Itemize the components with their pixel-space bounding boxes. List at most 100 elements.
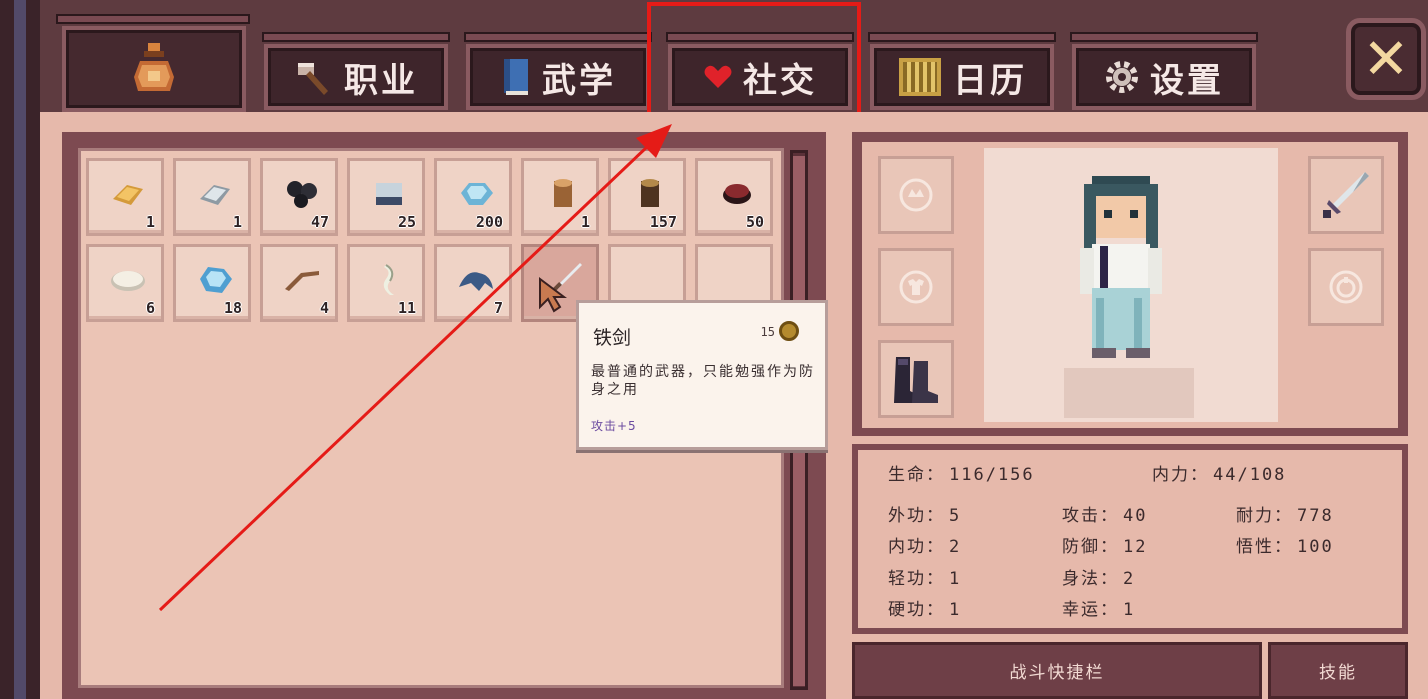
inventory-slot[interactable]: 1 xyxy=(86,158,164,236)
left-border xyxy=(0,0,40,699)
inventory-slot[interactable]: 6 xyxy=(86,244,164,322)
stat-luck-value: 1 xyxy=(1123,600,1136,620)
stat-neigong: 内功： 2 xyxy=(888,532,961,557)
stat-yinggong-value: 1 xyxy=(949,600,962,620)
blue-cloth-icon xyxy=(459,272,493,291)
stat-qinggong-label: 轻功： xyxy=(888,569,945,589)
coal-ore-icon xyxy=(287,181,317,208)
stat-luck: 幸运： 1 xyxy=(1062,595,1135,620)
item-count: 47 xyxy=(310,213,329,231)
stat-agility-value: 2 xyxy=(1123,569,1136,589)
ice-crystal-icon xyxy=(200,267,232,293)
stat-attack: 攻击： 40 xyxy=(1062,501,1147,526)
stat-defense-value: 12 xyxy=(1123,537,1148,557)
equip-slot-feet[interactable] xyxy=(878,340,954,418)
gold-ingot-icon xyxy=(113,185,143,205)
boots-icon xyxy=(894,357,938,403)
stat-mp-value: 44/108 xyxy=(1213,465,1287,485)
stat-attack-value: 40 xyxy=(1123,506,1148,526)
stat-hp-value: 116/156 xyxy=(949,465,1035,485)
tooltip-description: 最普通的武器，只能勉强作为防身之用 xyxy=(591,364,815,398)
item-count: 25 xyxy=(397,213,416,231)
item-count: 6 xyxy=(145,299,155,317)
white-feather-icon xyxy=(383,264,394,295)
combat-quickbar-label: 战斗快捷栏 xyxy=(1009,663,1105,683)
stat-wisdom-value: 100 xyxy=(1297,537,1334,557)
stat-waigong-label: 外功： xyxy=(888,506,945,526)
equip-slot-accessory[interactable] xyxy=(1308,248,1384,326)
stat-luck-label: 幸运： xyxy=(1062,600,1119,620)
inventory-slot[interactable]: 200 xyxy=(434,158,512,236)
equip-slot-head[interactable] xyxy=(878,156,954,234)
inventory-slot[interactable]: 4 xyxy=(260,244,338,322)
tab-job[interactable]: 职业 xyxy=(264,44,448,110)
tab-rail xyxy=(1070,32,1258,42)
item-count: 1 xyxy=(580,213,590,231)
tab-calendar-label: 日历 xyxy=(953,60,1027,101)
inventory-slot[interactable]: 18 xyxy=(173,244,251,322)
combat-quickbar-header[interactable]: 战斗快捷栏 xyxy=(852,642,1262,699)
stat-wisdom-label: 悟性： xyxy=(1236,537,1293,557)
gear-icon xyxy=(1106,61,1138,93)
stat-hp: 生命： 116/156 xyxy=(888,460,1035,485)
stat-agility: 身法： 2 xyxy=(1062,564,1135,589)
stat-defense: 防御： 12 xyxy=(1062,532,1147,557)
blue-crystal-icon xyxy=(461,183,493,205)
tab-job-label: 职业 xyxy=(344,60,418,101)
inventory-slot[interactable]: 11 xyxy=(347,244,425,322)
cursor-icon xyxy=(539,277,567,313)
inventory-slot[interactable]: 1 xyxy=(173,158,251,236)
tab-social-label: 社交 xyxy=(743,60,817,101)
inventory-slot[interactable]: 7 xyxy=(434,244,512,322)
bag-icon xyxy=(134,43,174,91)
stat-wisdom: 悟性： 100 xyxy=(1236,532,1334,557)
item-count: 200 xyxy=(475,213,503,231)
tooltip-stat: 攻击+5 xyxy=(591,419,637,433)
shirt-icon xyxy=(899,270,933,304)
stat-endurance-label: 耐力： xyxy=(1236,506,1293,526)
item-count: 1 xyxy=(145,213,155,231)
stat-waigong: 外功： 5 xyxy=(888,501,961,526)
tooltip-price: 15 xyxy=(760,325,775,339)
tab-martial[interactable]: 武学 xyxy=(466,44,650,110)
iron-block-icon xyxy=(376,183,402,205)
silver-ingot-icon xyxy=(200,185,230,205)
character-sprite xyxy=(1064,176,1194,418)
skills-label: 技能 xyxy=(1319,663,1357,683)
inventory-slot[interactable]: 25 xyxy=(347,158,425,236)
inventory-slot[interactable]: 50 xyxy=(695,158,773,236)
item-tooltip: 铁剑 15 最普通的武器，只能勉强作为防身之用 攻击+5 xyxy=(576,300,828,450)
close-button[interactable]: ✕ xyxy=(1346,18,1426,100)
stat-yinggong-label: 硬功： xyxy=(888,600,945,620)
skills-header[interactable]: 技能 xyxy=(1268,642,1408,699)
stat-attack-label: 攻击： xyxy=(1062,506,1119,526)
tab-martial-label: 武学 xyxy=(542,60,616,101)
inventory-slot[interactable]: 47 xyxy=(260,158,338,236)
tab-rail xyxy=(868,32,1056,42)
tab-inventory[interactable] xyxy=(62,26,246,112)
equip-slot-weapon[interactable] xyxy=(1308,156,1384,234)
stat-neigong-value: 2 xyxy=(949,537,962,557)
inventory-slot[interactable]: 1 xyxy=(521,158,599,236)
tooltip-item-name: 铁剑 xyxy=(593,327,632,349)
dark-log-icon xyxy=(641,179,659,207)
inventory-slot[interactable]: 157 xyxy=(608,158,686,236)
coin-icon xyxy=(779,321,799,341)
book-icon xyxy=(504,59,528,95)
stat-mp-label: 内力： xyxy=(1152,465,1209,485)
ring-icon xyxy=(1329,270,1363,304)
item-count: 7 xyxy=(493,299,503,317)
heart-icon xyxy=(704,65,732,88)
tab-settings[interactable]: 设置 xyxy=(1072,44,1256,110)
equip-slot-body[interactable] xyxy=(878,248,954,326)
stat-endurance-value: 778 xyxy=(1297,506,1334,526)
tab-rail xyxy=(666,32,854,42)
hammer-icon xyxy=(298,63,328,95)
flower-icon xyxy=(899,178,933,212)
item-count: 4 xyxy=(319,299,329,317)
bent-stick-icon xyxy=(285,271,319,291)
tab-calendar[interactable]: 日历 xyxy=(870,44,1054,110)
stat-mp: 内力： 44/108 xyxy=(1152,460,1286,485)
stat-yinggong: 硬功： 1 xyxy=(888,595,961,620)
tab-social[interactable]: 社交 xyxy=(668,44,852,110)
